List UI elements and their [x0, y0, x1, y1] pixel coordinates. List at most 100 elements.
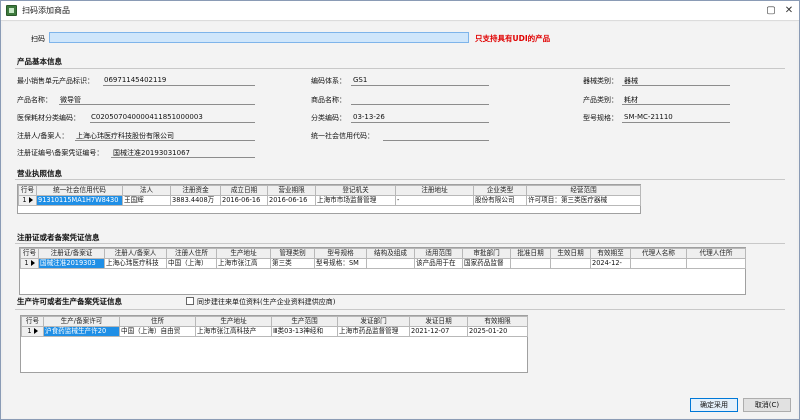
table-cell[interactable]: 许可项目：第三类医疗器械 — [526, 195, 641, 206]
column-header[interactable]: 注册资金 — [170, 185, 221, 196]
dialog-window: 扫码添加商品 ▢ ✕ 扫码 只支持具有UDI的产品 产品基本信息 最小销售单元产… — [0, 0, 800, 420]
table-cell[interactable] — [630, 258, 687, 269]
table-cell[interactable]: 上海市市场监督管理 — [315, 195, 396, 206]
column-header[interactable]: 发证部门 — [337, 316, 410, 327]
underline — [622, 85, 730, 86]
row-pointer-icon — [33, 328, 38, 334]
column-header[interactable]: 企业类型 — [473, 185, 527, 196]
cancel-button[interactable]: 取消(C) — [743, 398, 791, 412]
table-cell[interactable]: 上海市药品监督管理 — [337, 326, 410, 337]
dialog-client: 扫码 只支持具有UDI的产品 产品基本信息 最小销售单元产品标识： 069711… — [3, 22, 797, 418]
table-cell[interactable]: 2025-01-20 — [467, 326, 528, 337]
registrant-label: 注册人/备案人： — [17, 132, 69, 140]
table-cell[interactable]: - — [395, 195, 474, 206]
column-header[interactable]: 型号规格 — [314, 248, 367, 259]
table-cell[interactable]: 上海市张江高 — [216, 258, 271, 269]
column-header[interactable]: 登记机关 — [315, 185, 396, 196]
column-header[interactable]: 注册人住所 — [166, 248, 217, 259]
column-header[interactable]: 注册地址 — [395, 185, 474, 196]
underline — [383, 140, 489, 141]
min-unit-id-value: 06971145402119 — [104, 76, 167, 84]
underline — [103, 85, 255, 86]
table-cell[interactable]: 2021-12-07 — [409, 326, 468, 337]
underline — [90, 122, 255, 123]
table-cell[interactable]: 2024-12- — [590, 258, 631, 269]
business-license-title: 营业执照信息 — [17, 169, 62, 178]
table-row[interactable]: 1 沪食药监械生产许20 中国（上海）自由贸 上海市张江高科技产 Ⅲ类03-13… — [21, 326, 528, 337]
table-cell[interactable]: 该产品用于在 — [414, 258, 463, 269]
column-header[interactable]: 生产范围 — [271, 316, 338, 327]
table-cell[interactable]: 上海市张江高科技产 — [195, 326, 272, 337]
table-cell[interactable] — [366, 258, 415, 269]
cert-no-label: 注册证编号\备案凭证编号： — [17, 149, 104, 157]
column-header[interactable]: 营业期限 — [267, 185, 316, 196]
column-header[interactable]: 代理人住所 — [686, 248, 746, 259]
confirm-button[interactable]: 确定采用 — [690, 398, 738, 412]
table-cell[interactable] — [686, 258, 746, 269]
table-cell[interactable]: 型号规格：SM — [314, 258, 367, 269]
scan-label: 扫码 — [31, 35, 45, 43]
table-row[interactable]: 1 国械注准2019303 上海心玮医疗科技 中国（上海） 上海市张江高 第三类… — [20, 258, 746, 269]
column-header[interactable]: 结构及组成 — [366, 248, 415, 259]
table-row[interactable]: 1 91310115MA1H7W8430 王国辉 3883.4408万 2016… — [18, 195, 641, 206]
product-category-label: 产品类别： — [583, 96, 618, 104]
close-icon[interactable]: ✕ — [783, 5, 795, 17]
table-cell[interactable]: 第三类 — [270, 258, 315, 269]
column-header[interactable]: 适用范围 — [414, 248, 463, 259]
table-cell[interactable]: 沪食药监械生产许20 — [43, 326, 120, 337]
table-cell[interactable]: 股份有限公司 — [473, 195, 527, 206]
registration-cert-title: 注册证或者备案凭证信息 — [17, 233, 100, 242]
column-header[interactable]: 生效日期 — [550, 248, 591, 259]
min-unit-id-label: 最小销售单元产品标识： — [17, 77, 94, 85]
table-cell[interactable]: 上海心玮医疗科技 — [104, 258, 167, 269]
scan-input[interactable] — [49, 32, 469, 43]
table-header-row: 行号 注册证/备案证 注册人/备案人 注册人住所 生产地址 管理类别 型号规格 … — [20, 248, 746, 259]
column-header[interactable]: 行号 — [20, 248, 39, 259]
table-cell[interactable] — [510, 258, 551, 269]
table-cell[interactable]: 中国（上海）自由贸 — [119, 326, 196, 337]
model-label: 型号规格： — [583, 114, 618, 122]
column-header[interactable]: 有效期至 — [590, 248, 631, 259]
table-cell[interactable]: 中国（上海） — [166, 258, 217, 269]
column-header[interactable]: 批准日期 — [510, 248, 551, 259]
table-cell[interactable]: 91310115MA1H7W8430 — [36, 195, 123, 206]
column-header[interactable]: 生产地址 — [216, 248, 271, 259]
row-pointer-icon — [30, 260, 35, 266]
column-header[interactable]: 有效期限 — [467, 316, 528, 327]
column-header[interactable]: 行号 — [18, 185, 37, 196]
device-category-label: 器械类别： — [583, 77, 618, 85]
trade-name-label: 商品名称： — [311, 96, 346, 104]
column-header[interactable]: 住所 — [119, 316, 196, 327]
column-header[interactable]: 生产地址 — [195, 316, 272, 327]
underline — [622, 122, 730, 123]
divider — [15, 243, 785, 244]
column-header[interactable]: 成立日期 — [220, 185, 268, 196]
class-code-value: 03-13-26 — [353, 113, 385, 121]
row-number: 1 — [18, 195, 37, 206]
column-header[interactable]: 管理类别 — [270, 248, 315, 259]
table-cell[interactable]: 国械注准2019303 — [38, 258, 105, 269]
column-header[interactable]: 注册人/备案人 — [104, 248, 167, 259]
column-header[interactable]: 注册证/备案证 — [38, 248, 105, 259]
table-cell[interactable]: 2016-06-16 — [267, 195, 316, 206]
table-cell[interactable]: 3883.4408万 — [170, 195, 221, 206]
column-header[interactable]: 生产/备案许可 — [43, 316, 120, 327]
table-cell[interactable]: 2016-06-16 — [220, 195, 268, 206]
table-cell[interactable] — [550, 258, 591, 269]
maximize-icon[interactable]: ▢ — [765, 5, 777, 17]
column-header[interactable]: 代理人名称 — [630, 248, 687, 259]
product-name-label: 产品名称： — [17, 96, 52, 104]
table-header-row: 行号 统一社会信用代码 法人 注册资金 成立日期 营业期限 登记机关 注册地址 … — [18, 185, 641, 196]
table-cell[interactable]: Ⅲ类03-13神经和 — [271, 326, 338, 337]
column-header[interactable]: 发证日期 — [409, 316, 468, 327]
column-header[interactable]: 法人 — [122, 185, 171, 196]
sync-supplier-checkbox[interactable] — [186, 297, 194, 305]
column-header[interactable]: 经营范围 — [526, 185, 641, 196]
coding-system-value: GS1 — [353, 76, 368, 84]
table-cell[interactable]: 国家药品监督 — [462, 258, 511, 269]
production-license-title: 生产许可或者生产备案凭证信息 — [17, 297, 122, 306]
column-header[interactable]: 统一社会信用代码 — [36, 185, 123, 196]
column-header[interactable]: 审批部门 — [462, 248, 511, 259]
table-cell[interactable]: 王国辉 — [122, 195, 171, 206]
column-header[interactable]: 行号 — [21, 316, 44, 327]
